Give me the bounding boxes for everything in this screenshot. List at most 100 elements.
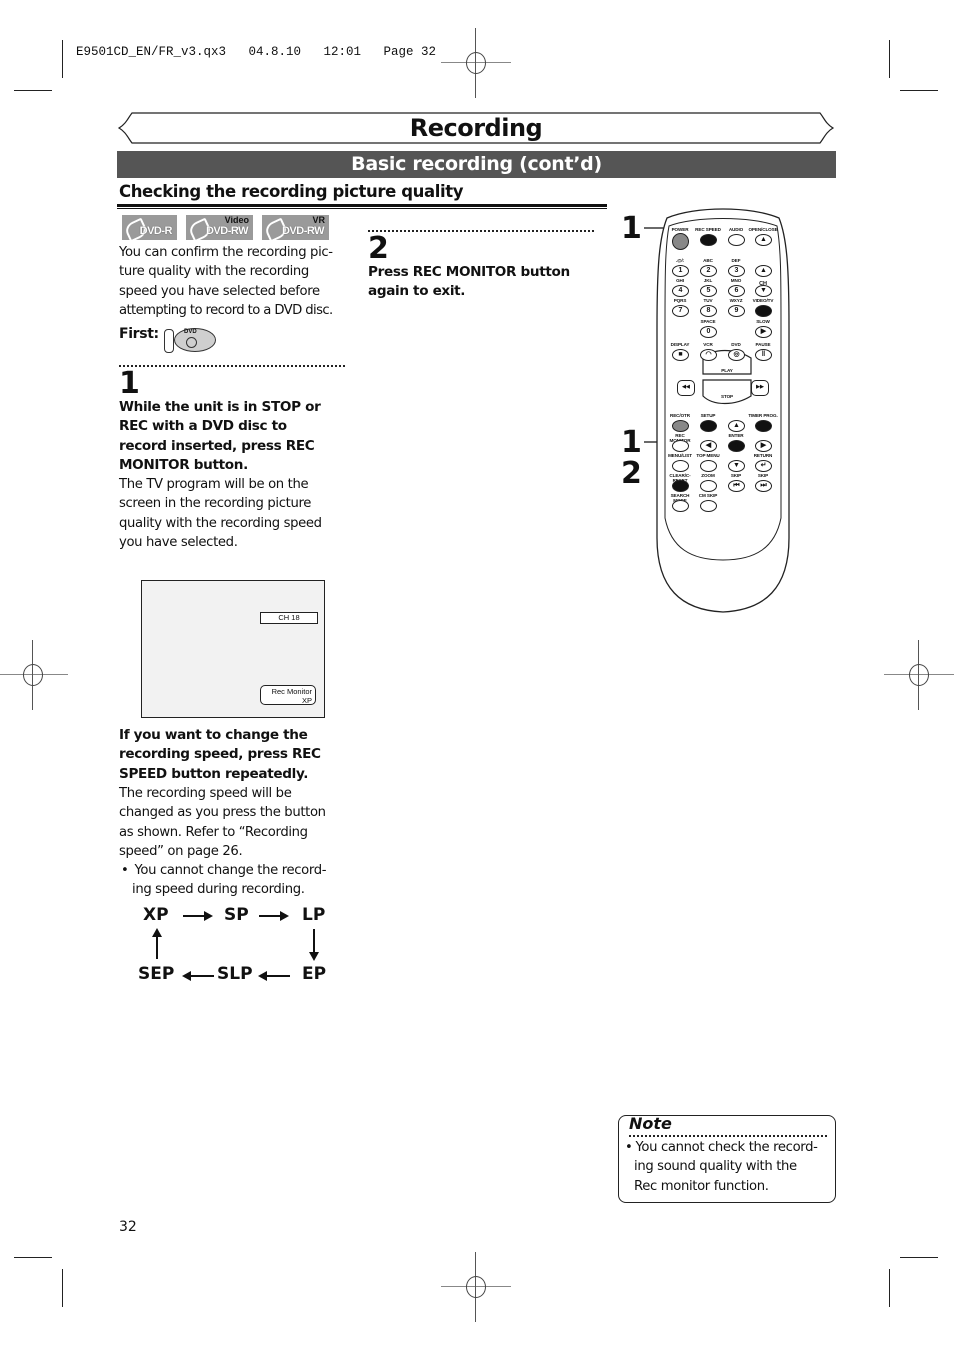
remote-button-slow[interactable]: ▶ bbox=[755, 326, 772, 338]
remote-button-rec-monitor[interactable] bbox=[672, 440, 689, 452]
remote-button-audio[interactable] bbox=[728, 234, 745, 246]
remote-label: DEF bbox=[731, 258, 741, 263]
remote-button-enter[interactable]: ● bbox=[728, 440, 745, 452]
section-title: Basic recording (cont’d) bbox=[117, 151, 836, 178]
speed-sp: SP bbox=[224, 905, 249, 925]
step-1-description: The TV program will be on the screen in … bbox=[119, 477, 322, 550]
crop-mark bbox=[14, 90, 52, 91]
remote-button-abc[interactable]: 2 bbox=[700, 265, 717, 277]
subsection-title: Checking the recording picture quality bbox=[119, 182, 464, 201]
remote-button-vcr[interactable]: ◠ bbox=[700, 349, 717, 361]
crop-mark bbox=[889, 40, 890, 78]
remote-button-skip[interactable]: ⏮ bbox=[728, 480, 745, 492]
remote-button-def[interactable]: 3 bbox=[728, 265, 745, 277]
remote-label: SETUP bbox=[700, 413, 716, 418]
intro-paragraph: You can confirm the recording pic- ture … bbox=[119, 245, 333, 318]
remote-button-timer-prog-[interactable] bbox=[755, 420, 772, 432]
crop-mark bbox=[900, 90, 938, 91]
remote-button-ghi[interactable]: 4 bbox=[672, 285, 689, 297]
disc-badge-dvd-r: DVD-R bbox=[122, 215, 177, 243]
remote-button-top-menu[interactable] bbox=[700, 460, 717, 472]
remote-button-rec-speed[interactable] bbox=[700, 234, 717, 246]
registration-mark-icon bbox=[884, 640, 954, 710]
arrow-right-icon bbox=[183, 911, 213, 921]
bullet-icon: • bbox=[625, 1140, 633, 1155]
remote-button-video-tv[interactable] bbox=[755, 305, 772, 317]
remote-button-r8c3[interactable]: ▶ bbox=[755, 440, 772, 452]
remote-button-rewind[interactable]: ◀◀ bbox=[677, 380, 695, 396]
remote-button-wxyz[interactable]: 9 bbox=[728, 305, 745, 317]
crop-mark bbox=[889, 1269, 890, 1307]
remote-label: OPEN/CLOSE bbox=[748, 227, 778, 232]
remote-button-r7c2[interactable]: ▲ bbox=[728, 420, 745, 432]
divider bbox=[117, 208, 607, 209]
speed-change-instruction: If you want to change the recording spee… bbox=[119, 727, 321, 782]
channel-display: CH 18 bbox=[260, 612, 318, 624]
tv-screen-illustration: CH 18 Rec Monitor XP bbox=[141, 580, 325, 718]
remote-label: WXYZ bbox=[729, 298, 743, 303]
remote-button-mno[interactable]: 6 bbox=[728, 285, 745, 297]
remote-label-play: PLAY bbox=[721, 368, 733, 373]
remote-button-r9c2[interactable]: ▼ bbox=[728, 460, 745, 472]
print-slug: E9501CD_EN/FR_v3.qx3 04.8.10 12:01 Page … bbox=[76, 45, 437, 59]
remote-button-pqrs[interactable]: 7 bbox=[672, 305, 689, 317]
callout-1-rec-monitor: 1 bbox=[621, 425, 642, 460]
remote-label: DISPLAY bbox=[670, 342, 690, 347]
remote-button-display[interactable]: ■ bbox=[672, 349, 689, 361]
remote-label: RETURN bbox=[753, 453, 773, 458]
remote-label: VIDEO/TV bbox=[752, 298, 774, 303]
remote-button-open-close[interactable]: ▲ bbox=[755, 234, 772, 246]
remote-button-ch[interactable]: ▼ bbox=[755, 285, 772, 297]
remote-button-dvd[interactable]: ◎ bbox=[728, 349, 745, 361]
crop-mark bbox=[900, 1257, 938, 1258]
arrow-up-icon bbox=[152, 928, 162, 959]
remote-button-menu-list[interactable] bbox=[672, 460, 689, 472]
remote-button-zoom[interactable] bbox=[700, 480, 717, 492]
remote-button-search-mode[interactable] bbox=[672, 500, 689, 512]
dotted-divider bbox=[119, 365, 345, 367]
remote-control-illustration: POWER REC SPEED AUDIO OPEN/CLOSE ▲ .@/: 1 ABC 2 D… bbox=[655, 208, 791, 613]
remote-button-clear-c-reset[interactable] bbox=[672, 480, 689, 492]
registration-mark-icon bbox=[441, 1252, 511, 1322]
remote-button-setup[interactable] bbox=[700, 420, 717, 432]
remote-label: REC/OTR bbox=[670, 413, 690, 418]
chapter-title: Recording bbox=[409, 114, 543, 142]
remote-button-skip[interactable]: ⏭ bbox=[755, 480, 772, 492]
remote-label: SLOW bbox=[756, 319, 770, 324]
remote-button-jkl[interactable]: 5 bbox=[700, 285, 717, 297]
remote-label: ABC bbox=[703, 258, 713, 263]
remote-button-tuv[interactable]: 8 bbox=[700, 305, 717, 317]
step-2-number: 2 bbox=[368, 231, 389, 266]
remote-label: VCR bbox=[703, 342, 713, 347]
remote-label-stop: STOP bbox=[720, 394, 734, 399]
remote-button--[interactable]: 1 bbox=[672, 265, 689, 277]
speed-sep: SEP bbox=[138, 964, 175, 984]
remote-label: GHI bbox=[676, 278, 684, 283]
remote-button-pause[interactable]: ‖ bbox=[755, 349, 772, 361]
callout-1-rec-speed: 1 bbox=[621, 211, 642, 246]
arrow-right-icon bbox=[259, 911, 289, 921]
speed-change-description: The recording speed will be changed as y… bbox=[119, 786, 326, 859]
remote-label: ENTER bbox=[728, 433, 744, 438]
remote-button-return[interactable]: ↵ bbox=[755, 460, 772, 472]
bullet-icon: • bbox=[121, 863, 129, 878]
remote-label: TUV bbox=[703, 298, 713, 303]
chapter-title-banner: Recording bbox=[118, 112, 834, 144]
remote-button-r8c1[interactable]: ◀ bbox=[700, 440, 717, 452]
remote-label: .@/: bbox=[675, 258, 685, 263]
registration-mark-icon bbox=[441, 28, 511, 98]
remote-button-power[interactable] bbox=[672, 233, 689, 250]
remote-label: REC SPEED bbox=[695, 227, 721, 232]
remote-label: TOP MENU bbox=[696, 453, 720, 458]
speed-ep: EP bbox=[302, 964, 327, 984]
remote-button-cm-skip[interactable] bbox=[700, 500, 717, 512]
note-text: • You cannot check the record- ing sound … bbox=[625, 1140, 818, 1194]
remote-button-r1c3[interactable]: ▲ bbox=[755, 265, 772, 277]
dotted-divider bbox=[368, 230, 594, 232]
remote-label: SKIP bbox=[730, 473, 742, 478]
remote-label: MNO bbox=[730, 278, 742, 283]
remote-button-fast-forward[interactable]: ▶▶ bbox=[751, 380, 769, 396]
speed-slp: SLP bbox=[217, 964, 253, 984]
remote-button-space[interactable]: 0 bbox=[700, 326, 717, 338]
remote-button-rec-otr[interactable] bbox=[672, 420, 689, 432]
